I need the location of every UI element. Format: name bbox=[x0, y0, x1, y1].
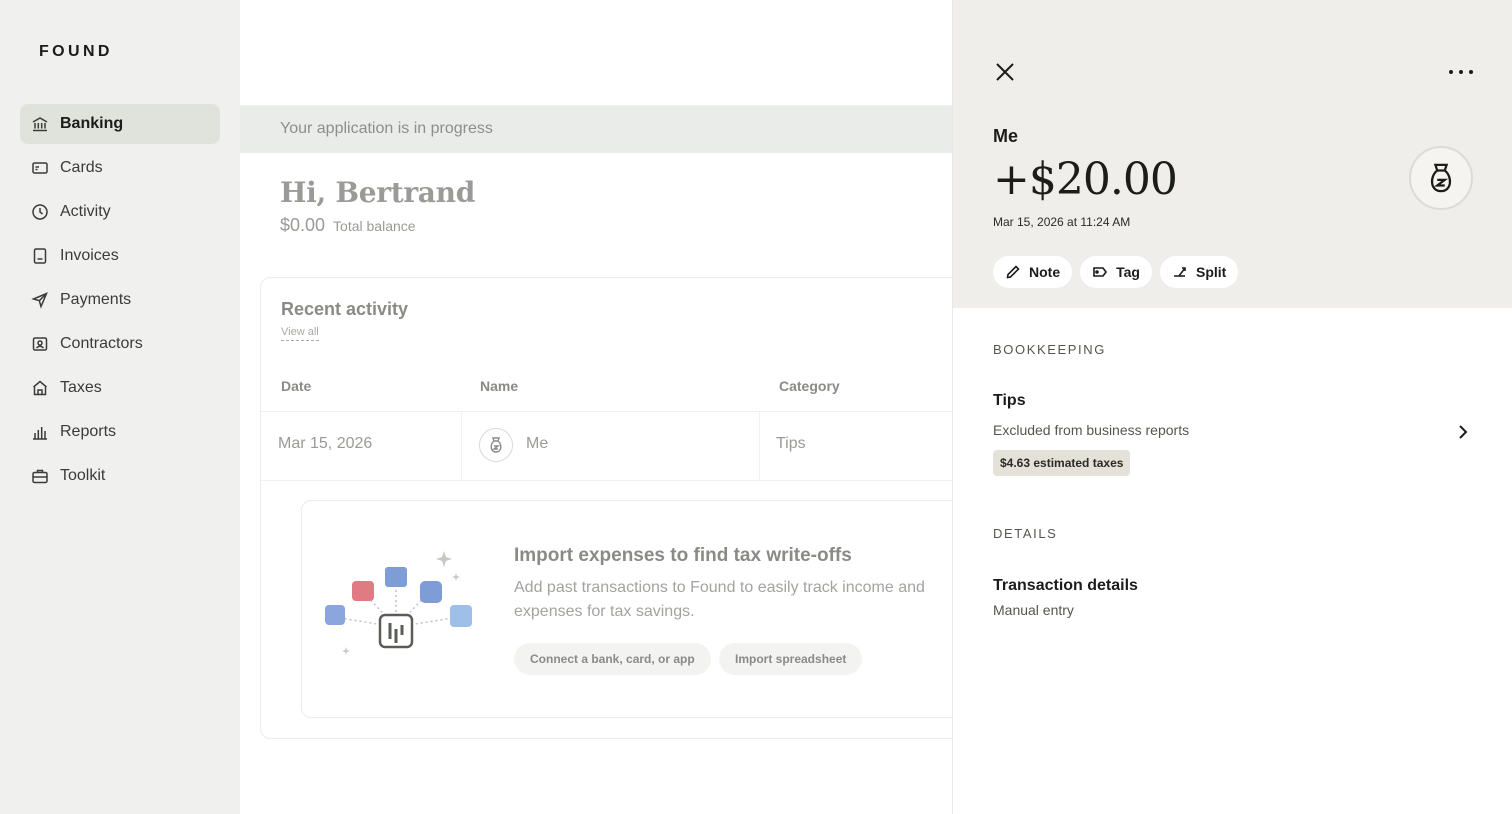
row-name[interactable]: Me bbox=[526, 435, 548, 453]
sidebar-item-label: Activity bbox=[60, 203, 111, 220]
divider bbox=[759, 412, 760, 480]
invoice-icon bbox=[31, 247, 49, 265]
note-label: Note bbox=[1029, 264, 1061, 280]
sidebar-item-toolkit[interactable]: Toolkit bbox=[20, 456, 220, 496]
recent-activity-card: Recent activity View all Date Name Categ… bbox=[260, 277, 1001, 739]
pencil-icon bbox=[1006, 265, 1020, 279]
bar-chart-icon bbox=[31, 423, 49, 441]
brand-logo[interactable]: FOUND bbox=[39, 43, 113, 61]
recent-activity-title: Recent activity bbox=[281, 299, 409, 319]
column-header-name[interactable]: Name bbox=[480, 378, 518, 394]
money-bag-icon bbox=[1430, 163, 1452, 193]
details-section-label: DETAILS bbox=[993, 526, 1058, 541]
sidebar-item-reports[interactable]: Reports bbox=[20, 412, 220, 452]
promo-title: Import expenses to find tax write-offs bbox=[514, 545, 852, 566]
total-balance-label: Total balance bbox=[333, 218, 416, 234]
bookkeeping-section-label: BOOKKEEPING bbox=[993, 342, 1106, 357]
sidebar: FOUND Banking Cards Activity Invoices Pa… bbox=[0, 0, 240, 814]
payee-avatar bbox=[1409, 146, 1473, 210]
sidebar-item-cards[interactable]: Cards bbox=[20, 148, 220, 188]
toolbox-icon bbox=[31, 467, 49, 485]
more-dot bbox=[1469, 70, 1473, 74]
balance-summary: $0.00 Total balance bbox=[280, 215, 416, 236]
sidebar-item-banking[interactable]: Banking bbox=[20, 104, 220, 144]
main-content: Your application is in progress Hi, Bert… bbox=[240, 0, 1001, 814]
note-button[interactable]: Note bbox=[993, 256, 1073, 288]
transaction-header: Me +$20.00 Mar 15, 2026 at 11:24 AM Note… bbox=[953, 0, 1512, 308]
sidebar-item-label: Payments bbox=[60, 291, 132, 308]
divider bbox=[261, 411, 981, 412]
send-icon bbox=[31, 291, 49, 309]
row-category[interactable]: Tips bbox=[776, 435, 806, 453]
card-icon bbox=[31, 159, 49, 177]
contractor-icon bbox=[31, 335, 49, 353]
import-spreadsheet-button[interactable]: Import spreadsheet bbox=[719, 643, 863, 675]
sidebar-item-label: Toolkit bbox=[60, 467, 106, 484]
transaction-details-subtitle: Manual entry bbox=[993, 602, 1074, 618]
transaction-amount: +$20.00 bbox=[993, 154, 1178, 205]
transaction-drawer: Me +$20.00 Mar 15, 2026 at 11:24 AM Note… bbox=[952, 0, 1512, 814]
bank-icon bbox=[31, 115, 49, 133]
sidebar-item-label: Reports bbox=[60, 423, 117, 440]
category-name: Tips bbox=[993, 392, 1026, 409]
row-date[interactable]: Mar 15, 2026 bbox=[278, 435, 372, 453]
more-options-button[interactable] bbox=[1449, 60, 1473, 84]
sidebar-item-label: Invoices bbox=[60, 247, 119, 264]
split-label: Split bbox=[1195, 264, 1227, 280]
transaction-details-title[interactable]: Transaction details bbox=[993, 577, 1138, 595]
split-button[interactable]: Split bbox=[1159, 256, 1239, 288]
tag-label: Tag bbox=[1116, 264, 1140, 280]
view-all-link[interactable]: View all bbox=[281, 326, 319, 341]
sidebar-item-label: Cards bbox=[60, 159, 103, 176]
sidebar-item-taxes[interactable]: Taxes bbox=[20, 368, 220, 408]
clock-icon bbox=[31, 203, 49, 221]
split-icon bbox=[1173, 267, 1186, 277]
close-icon bbox=[996, 63, 1014, 81]
greeting: Hi, Bertrand bbox=[280, 176, 475, 209]
divider bbox=[261, 480, 981, 481]
more-dot bbox=[1449, 70, 1453, 74]
promo-description: Add past transactions to Found to easily… bbox=[514, 579, 925, 620]
total-balance-value: $0.00 bbox=[280, 215, 326, 235]
integrations-illustration bbox=[325, 551, 472, 655]
close-button[interactable] bbox=[993, 60, 1017, 84]
column-header-category[interactable]: Category bbox=[779, 378, 840, 394]
sidebar-item-contractors[interactable]: Contractors bbox=[20, 324, 220, 364]
bookkeeping-category-row[interactable]: Tips Excluded from business reports $4.6… bbox=[953, 372, 1512, 482]
divider bbox=[461, 412, 462, 480]
connect-account-button[interactable]: Connect a bank, card, or app bbox=[514, 643, 711, 675]
estimated-taxes-badge: $4.63 estimated taxes bbox=[993, 450, 1131, 476]
sidebar-item-label: Taxes bbox=[60, 379, 102, 396]
payee-name: Me bbox=[993, 126, 1019, 146]
payee-avatar bbox=[479, 428, 513, 462]
transaction-datetime: Mar 15, 2026 at 11:24 AM bbox=[993, 215, 1131, 229]
import-expenses-promo: Import expenses to find tax write-offs A… bbox=[301, 500, 1001, 718]
more-dot bbox=[1459, 70, 1463, 74]
sidebar-item-invoices[interactable]: Invoices bbox=[20, 236, 220, 276]
sidebar-item-payments[interactable]: Payments bbox=[20, 280, 220, 320]
tag-button[interactable]: Tag bbox=[1080, 256, 1152, 288]
column-header-date[interactable]: Date bbox=[281, 378, 311, 394]
category-subtitle: Excluded from business reports bbox=[993, 422, 1190, 438]
sidebar-nav: Banking Cards Activity Invoices Payments… bbox=[20, 104, 220, 500]
chevron-right-icon bbox=[1459, 425, 1468, 439]
transaction-actions: Note Tag Split bbox=[993, 256, 1239, 288]
government-icon bbox=[31, 379, 49, 397]
money-bag-icon bbox=[490, 437, 502, 453]
application-status-banner[interactable]: Your application is in progress bbox=[240, 105, 952, 153]
sidebar-item-label: Banking bbox=[60, 115, 124, 132]
sidebar-item-activity[interactable]: Activity bbox=[20, 192, 220, 232]
tag-icon bbox=[1093, 267, 1108, 277]
sidebar-item-label: Contractors bbox=[60, 335, 143, 352]
